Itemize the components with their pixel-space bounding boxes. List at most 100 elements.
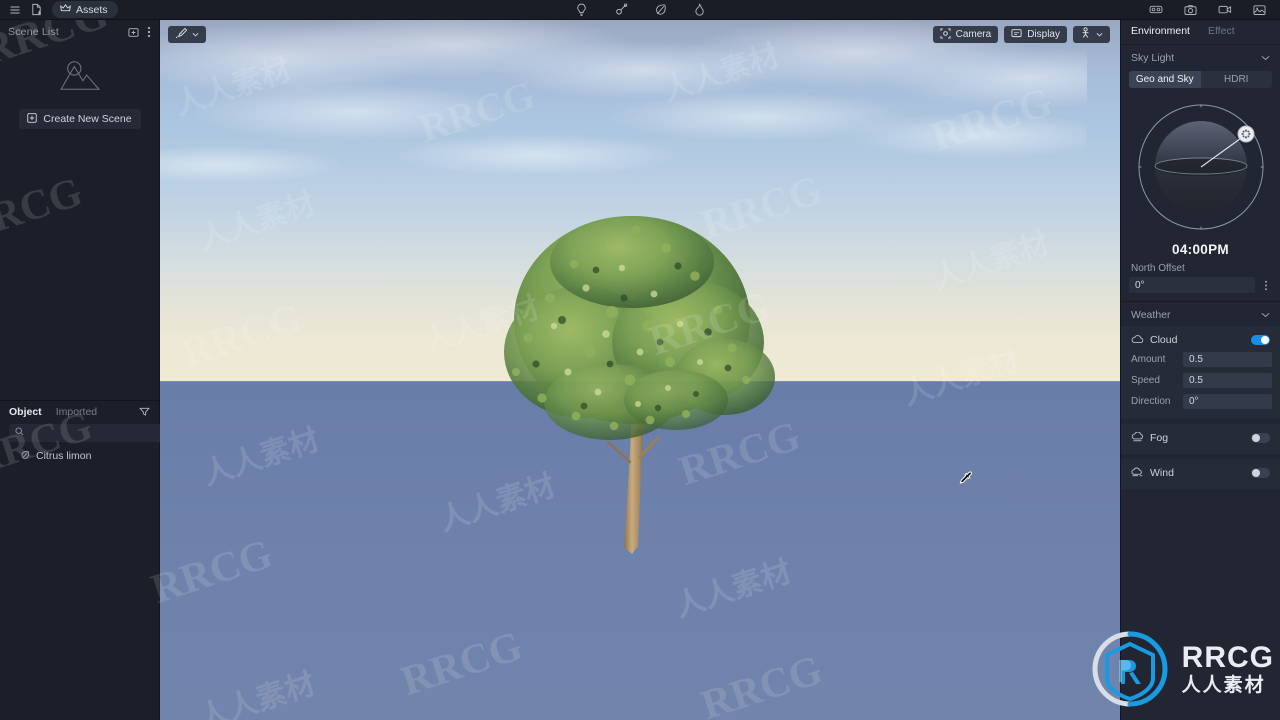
assets-crown-icon xyxy=(60,3,71,16)
wind-row: Wind xyxy=(1121,463,1280,483)
light-bulb-icon[interactable] xyxy=(575,3,588,17)
image-export-icon[interactable] xyxy=(1253,4,1266,16)
search-box[interactable] xyxy=(9,424,170,442)
create-new-scene-button[interactable]: Create New Scene xyxy=(18,109,141,129)
tools-icon[interactable] xyxy=(614,2,628,17)
video-camera-icon[interactable] xyxy=(1218,4,1232,15)
brush-tool-button[interactable] xyxy=(168,26,206,43)
tab-object[interactable]: Object xyxy=(9,406,42,418)
cloud-label: Cloud xyxy=(1150,334,1178,346)
application-window: Assets Scene List Create New Scene Objec… xyxy=(0,0,1280,720)
cloud-speed-input[interactable]: 0.5 xyxy=(1183,372,1272,388)
more-vertical-icon[interactable] xyxy=(147,26,151,38)
sun-dial-container[interactable] xyxy=(1121,88,1280,238)
sun-icon xyxy=(1237,125,1254,143)
fog-row: Fog xyxy=(1121,428,1280,448)
sun-position-dial[interactable] xyxy=(1130,96,1272,238)
person-scale-chevron-down-icon xyxy=(1096,29,1103,40)
search-input[interactable] xyxy=(29,427,164,439)
display-icon xyxy=(1011,28,1022,42)
north-offset-input[interactable]: 0° xyxy=(1129,277,1255,293)
assets-button[interactable]: Assets xyxy=(52,1,118,18)
right-panel: Environment Effect Sky Light Geo and Sky… xyxy=(1120,20,1280,720)
vr-goggles-icon[interactable] xyxy=(1149,4,1163,15)
camera-button[interactable]: Camera xyxy=(932,26,999,43)
sidebar-bottom-fill xyxy=(0,465,159,720)
tab-imported[interactable]: Imported xyxy=(56,406,97,418)
top-toolbar-center xyxy=(0,2,1280,17)
filter-icon[interactable] xyxy=(139,406,150,417)
rrcg-logo-title: RRCG xyxy=(1181,641,1274,674)
fog-toggle[interactable] xyxy=(1251,433,1270,443)
fog-icon xyxy=(1131,431,1144,445)
divider xyxy=(1121,44,1280,45)
assets-label: Assets xyxy=(76,3,108,16)
flame-icon[interactable] xyxy=(693,2,706,17)
weather-section-header[interactable]: Weather xyxy=(1121,304,1280,326)
camera-icon[interactable] xyxy=(1184,4,1197,16)
leaf-icon[interactable] xyxy=(654,3,667,17)
create-new-scene-label: Create New Scene xyxy=(43,113,132,125)
hamburger-menu-icon[interactable] xyxy=(9,4,21,16)
brush-tool-icon xyxy=(175,27,188,42)
top-toolbar-right xyxy=(1149,4,1280,16)
time-of-day-value: 04:00PM xyxy=(1172,242,1229,257)
leaf-icon xyxy=(20,450,30,463)
cloud-toggle[interactable] xyxy=(1251,335,1270,345)
right-panel-tabs: Environment Effect xyxy=(1121,20,1280,42)
rrcg-logo-text: RRCG 人人素材 xyxy=(1182,643,1274,695)
camera-frame-icon xyxy=(940,27,951,42)
display-button[interactable]: Display xyxy=(1004,26,1067,43)
cloud-icon xyxy=(1131,334,1144,347)
cloud-amount-input[interactable]: 0.5 xyxy=(1183,351,1272,367)
viewport-left-toolbar xyxy=(168,26,206,43)
wind-toggle[interactable] xyxy=(1251,468,1270,478)
cloud-group: Cloud Amount 0.5 Speed 0.5 Direction 0° xyxy=(1121,326,1280,419)
sky-light-title: Sky Light xyxy=(1131,52,1175,64)
chevron-down-icon[interactable] xyxy=(1261,52,1270,64)
top-toolbar-left: Assets xyxy=(0,1,118,18)
file-import-icon[interactable] xyxy=(30,3,43,16)
camera-button-label: Camera xyxy=(955,29,992,40)
3d-viewport[interactable]: Camera Display xyxy=(160,20,1120,720)
list-item-label: Citrus limon xyxy=(36,450,92,462)
sky-light-mode-segmented: Geo and Sky HDRI xyxy=(1129,71,1272,88)
cloud-direction-input[interactable]: 0° xyxy=(1183,393,1272,409)
left-sidebar: Scene List Create New Scene Object Impor… xyxy=(0,20,186,720)
list-item[interactable]: Citrus limon xyxy=(14,447,159,465)
cloud-speed-row: Speed 0.5 xyxy=(1121,371,1280,389)
rrcg-logo: RRCG 人人素材 xyxy=(1087,626,1274,712)
tab-environment[interactable]: Environment xyxy=(1131,25,1190,37)
main-body: Scene List Create New Scene Object Impor… xyxy=(0,20,1280,720)
sky-light-section-header[interactable]: Sky Light xyxy=(1121,47,1280,69)
add-scene-icon[interactable] xyxy=(128,27,139,38)
north-offset-more-icon[interactable] xyxy=(1259,277,1272,293)
north-offset-label: North Offset xyxy=(1131,263,1185,274)
rrcg-logo-subtitle: 人人素材 xyxy=(1181,674,1266,696)
chevron-down-icon[interactable] xyxy=(1261,309,1270,321)
tree-model[interactable] xyxy=(490,202,780,572)
scene-list-title: Scene List xyxy=(8,26,60,38)
tab-effect[interactable]: Effect xyxy=(1208,25,1235,37)
display-button-label: Display xyxy=(1027,29,1060,40)
wind-icon xyxy=(1131,467,1144,480)
plus-square-icon xyxy=(27,112,38,126)
object-list: Citrus limon xyxy=(0,447,159,465)
scene-list-header: Scene List xyxy=(0,20,159,44)
fog-group: Fog xyxy=(1121,424,1280,454)
cloud-direction-label: Direction xyxy=(1131,395,1171,407)
north-offset-row: 0° xyxy=(1121,277,1280,299)
mode-geo-and-sky[interactable]: Geo and Sky xyxy=(1129,71,1201,88)
cloud-direction-row: Direction 0° xyxy=(1121,392,1280,410)
mountain-scene-icon xyxy=(58,58,102,97)
wind-label: Wind xyxy=(1150,467,1174,479)
scene-list-empty-state: Create New Scene xyxy=(0,44,159,145)
brush-tool-chevron-down-icon xyxy=(192,29,199,40)
person-scale-icon xyxy=(1080,27,1091,42)
object-search-row xyxy=(0,422,186,447)
person-scale-button[interactable] xyxy=(1073,26,1110,43)
cloud-amount-label: Amount xyxy=(1131,353,1166,365)
mode-hdri[interactable]: HDRI xyxy=(1201,71,1273,88)
cloud-amount-row: Amount 0.5 xyxy=(1121,350,1280,368)
fog-label: Fog xyxy=(1150,432,1169,444)
